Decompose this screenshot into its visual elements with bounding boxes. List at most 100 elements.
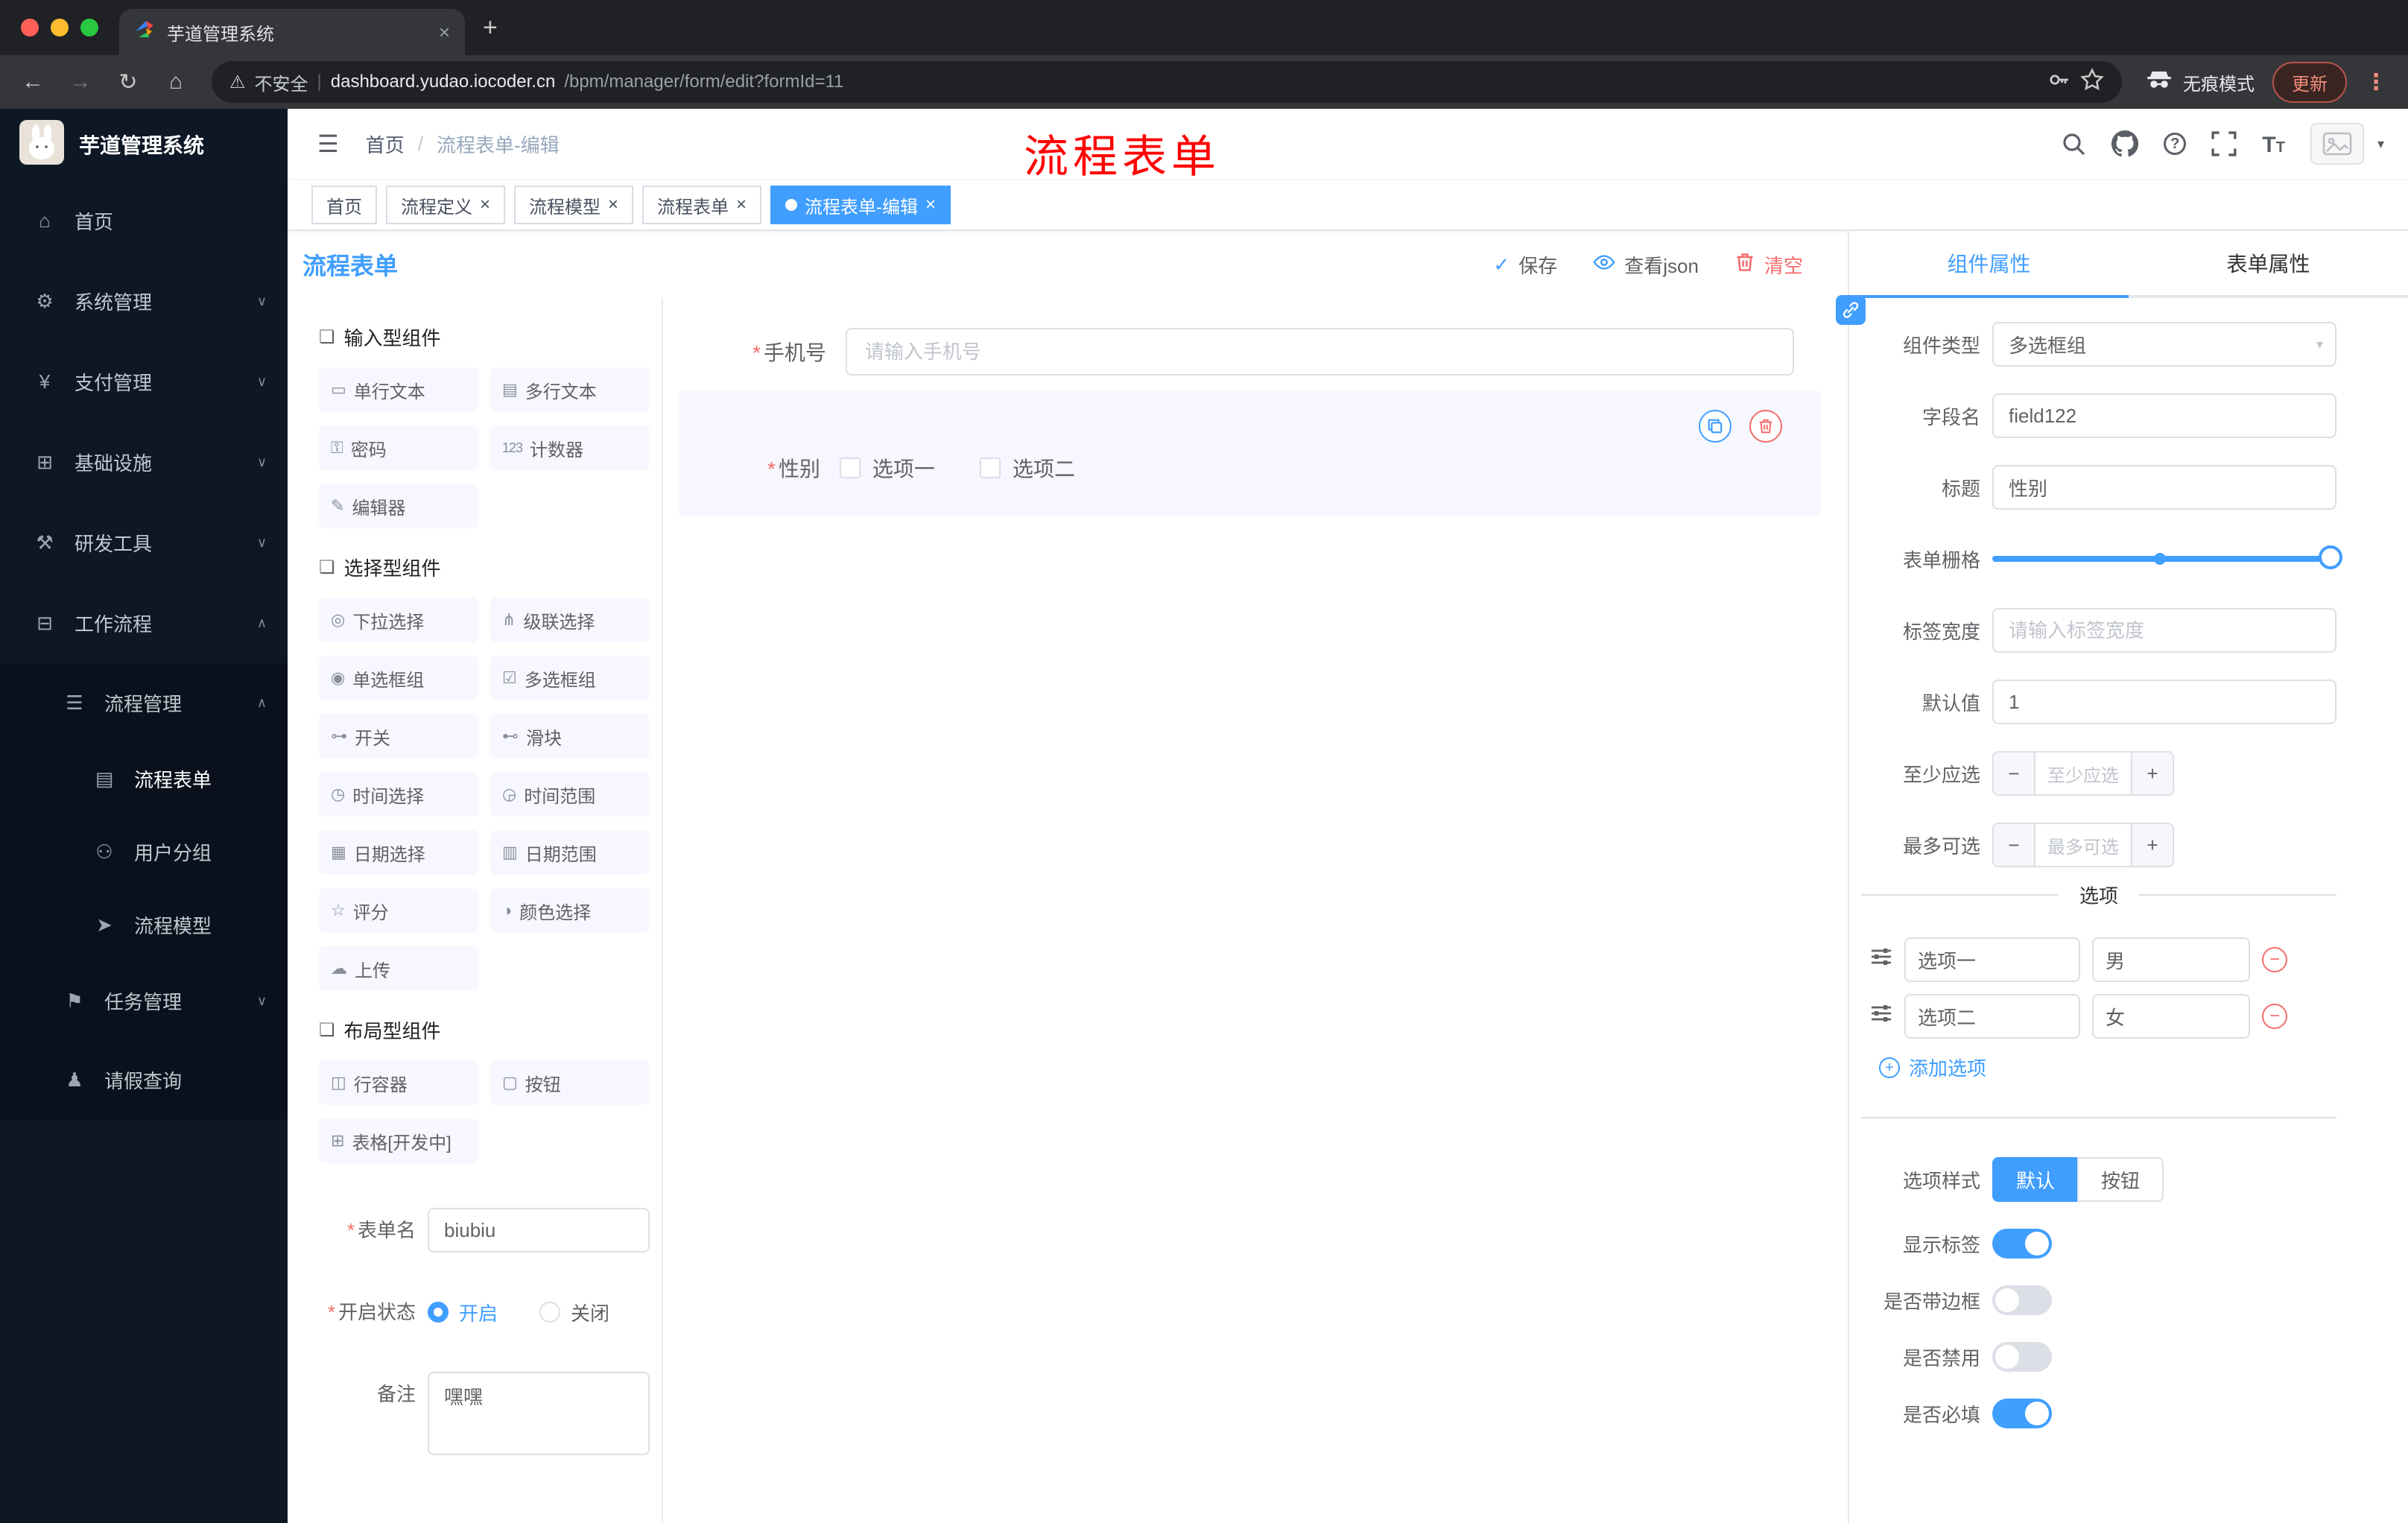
close-icon[interactable]: ×	[925, 196, 936, 214]
sidebar-item-devtools[interactable]: ⚒ 研发工具 ∨	[0, 502, 288, 583]
back-button[interactable]: ←	[15, 64, 51, 100]
palette-item-editor[interactable]: ✎ 编辑器	[319, 484, 478, 528]
sidebar-item-infra[interactable]: ⊞ 基础设施 ∨	[0, 422, 288, 502]
clear-button[interactable]: 清空	[1734, 251, 1803, 279]
close-icon[interactable]: ×	[736, 196, 747, 214]
avatar-caret-icon[interactable]: ▾	[2377, 136, 2384, 152]
palette-item-cascader[interactable]: ⋔ 级联选择	[490, 598, 650, 642]
option-2-label-input[interactable]	[1904, 994, 2080, 1039]
window-minimize-button[interactable]	[51, 19, 69, 37]
option-1-label-input[interactable]	[1904, 937, 2080, 982]
forward-button[interactable]: →	[63, 64, 98, 100]
tab-component-props[interactable]: 组件属性	[1849, 231, 2129, 298]
show-label-toggle[interactable]	[1992, 1229, 2052, 1258]
save-button[interactable]: ✓ 保存	[1493, 251, 1557, 279]
palette-item-date-range[interactable]: ▥ 日期范围	[490, 830, 650, 875]
max-select-value[interactable]: 最多可选	[2035, 824, 2131, 866]
gender-option-1[interactable]: 选项一	[839, 453, 935, 483]
tag-process-definition[interactable]: 流程定义 ×	[386, 186, 506, 224]
tag-home[interactable]: 首页	[311, 186, 377, 224]
form-name-input[interactable]	[428, 1208, 650, 1253]
border-toggle[interactable]	[1992, 1285, 2052, 1315]
sidebar-item-process-mgmt[interactable]: ☰ 流程管理 ∧	[0, 663, 288, 742]
delete-component-button[interactable]	[1749, 410, 1782, 443]
update-button[interactable]: 更新	[2272, 61, 2347, 103]
browser-menu-icon[interactable]: ⋮	[2365, 69, 2387, 95]
min-select-value[interactable]: 至少应选	[2035, 753, 2131, 794]
style-default-button[interactable]: 默认	[1992, 1157, 2079, 1202]
sidebar-item-system[interactable]: ⚙ 系统管理 ∨	[0, 261, 288, 341]
sidebar-logo[interactable]: 芋道管理系统	[0, 109, 288, 180]
reload-button[interactable]: ↻	[110, 64, 146, 100]
checkbox[interactable]	[979, 457, 1001, 478]
palette-item-single-text[interactable]: ▭ 单行文本	[319, 367, 478, 412]
default-value-input[interactable]	[1992, 680, 2336, 724]
form-remark-textarea[interactable]: 嘿嘿	[428, 1372, 650, 1455]
help-icon[interactable]: ?	[2164, 133, 2187, 155]
window-close-button[interactable]	[21, 19, 39, 37]
font-size-icon[interactable]: TT	[2262, 130, 2285, 158]
disabled-toggle[interactable]	[1992, 1342, 2052, 1372]
palette-item-textarea[interactable]: ▤ 多行文本	[490, 367, 650, 412]
tag-process-form-edit[interactable]: 流程表单-编辑 ×	[770, 186, 951, 224]
palette-item-time-picker[interactable]: ◷ 时间选择	[319, 772, 478, 817]
sidebar-item-process-form[interactable]: ▤ 流程表单	[0, 742, 288, 815]
window-zoom-button[interactable]	[80, 19, 98, 37]
sidebar-item-user-group[interactable]: ⚇ 用户分组	[0, 815, 288, 888]
palette-item-date-picker[interactable]: ▦ 日期选择	[319, 830, 478, 875]
copy-component-button[interactable]	[1699, 410, 1731, 443]
label-width-input[interactable]	[1992, 608, 2336, 653]
view-json-button[interactable]: 查看json	[1593, 251, 1699, 279]
github-icon[interactable]	[2111, 130, 2139, 157]
decrease-button[interactable]: −	[1994, 753, 2035, 794]
close-icon[interactable]: ×	[608, 196, 618, 214]
palette-item-slider[interactable]: ⊷ 滑块	[490, 714, 650, 759]
sidebar-item-task-mgmt[interactable]: ⚑ 任务管理 ∨	[0, 961, 288, 1040]
remove-option-button[interactable]: −	[2262, 1004, 2287, 1029]
search-icon[interactable]	[2061, 131, 2086, 156]
gender-option-2[interactable]: 选项二	[979, 453, 1075, 483]
decrease-button[interactable]: −	[1994, 824, 2035, 866]
phone-input[interactable]	[845, 328, 1794, 376]
drag-handle-icon[interactable]	[1870, 946, 1892, 974]
browser-tab[interactable]: 芋道管理系统 ×	[119, 9, 465, 55]
palette-item-upload[interactable]: ☁ 上传	[319, 946, 478, 991]
required-toggle[interactable]	[1992, 1399, 2052, 1428]
palette-item-select[interactable]: ◎ 下拉选择	[319, 598, 478, 642]
slider-handle[interactable]	[2319, 545, 2342, 569]
component-type-select[interactable]: 多选框组 ▾	[1992, 322, 2336, 367]
bookmark-star-icon[interactable]	[2080, 67, 2104, 97]
tab-close-icon[interactable]: ×	[439, 21, 450, 44]
palette-item-checkbox-group[interactable]: ☑ 多选框组	[490, 656, 650, 700]
drag-handle-icon[interactable]	[1870, 1002, 1892, 1030]
option-2-value-input[interactable]	[2092, 994, 2250, 1039]
fullscreen-icon[interactable]	[2211, 131, 2237, 156]
add-option-button[interactable]: + 添加选项	[1879, 1054, 2336, 1081]
security-label[interactable]: 不安全	[255, 69, 308, 95]
tag-process-form[interactable]: 流程表单 ×	[642, 186, 762, 224]
palette-item-rate[interactable]: ☆ 评分	[319, 888, 478, 933]
remove-option-button[interactable]: −	[2262, 947, 2287, 972]
tag-process-model[interactable]: 流程模型 ×	[514, 186, 634, 224]
increase-button[interactable]: +	[2131, 753, 2173, 794]
sidebar-item-workflow[interactable]: ⊟ 工作流程 ∧	[0, 583, 288, 663]
option-1-value-input[interactable]	[2092, 937, 2250, 982]
sidebar-item-home[interactable]: ⌂ 首页	[0, 180, 288, 261]
palette-item-color-picker[interactable]: ◑ 颜色选择	[490, 888, 650, 933]
breadcrumb-home[interactable]: 首页	[366, 130, 405, 158]
palette-item-row-container[interactable]: ◫ 行容器	[319, 1060, 478, 1105]
palette-item-radio-group[interactable]: ◉ 单选框组	[319, 656, 478, 700]
selected-component-gender[interactable]: * 性别 选项一 选项二	[678, 390, 1821, 516]
title-input[interactable]	[1992, 465, 2336, 510]
palette-item-counter[interactable]: 123 计数器	[490, 425, 650, 470]
tab-form-props[interactable]: 表单属性	[2129, 231, 2408, 295]
address-bar[interactable]: ⚠ 不安全 | dashboard.yudao.iocoder.cn /bpm/…	[212, 61, 2122, 103]
field-name-input[interactable]	[1992, 393, 2336, 438]
sidebar-item-process-model[interactable]: ➤ 流程模型	[0, 888, 288, 961]
checkbox[interactable]	[839, 457, 861, 478]
password-key-icon[interactable]	[2047, 68, 2071, 97]
sidebar-item-payment[interactable]: ¥ 支付管理 ∨	[0, 341, 288, 422]
increase-button[interactable]: +	[2131, 824, 2173, 866]
link-icon[interactable]	[1836, 295, 1866, 325]
style-button-button[interactable]: 按钮	[2077, 1157, 2164, 1202]
